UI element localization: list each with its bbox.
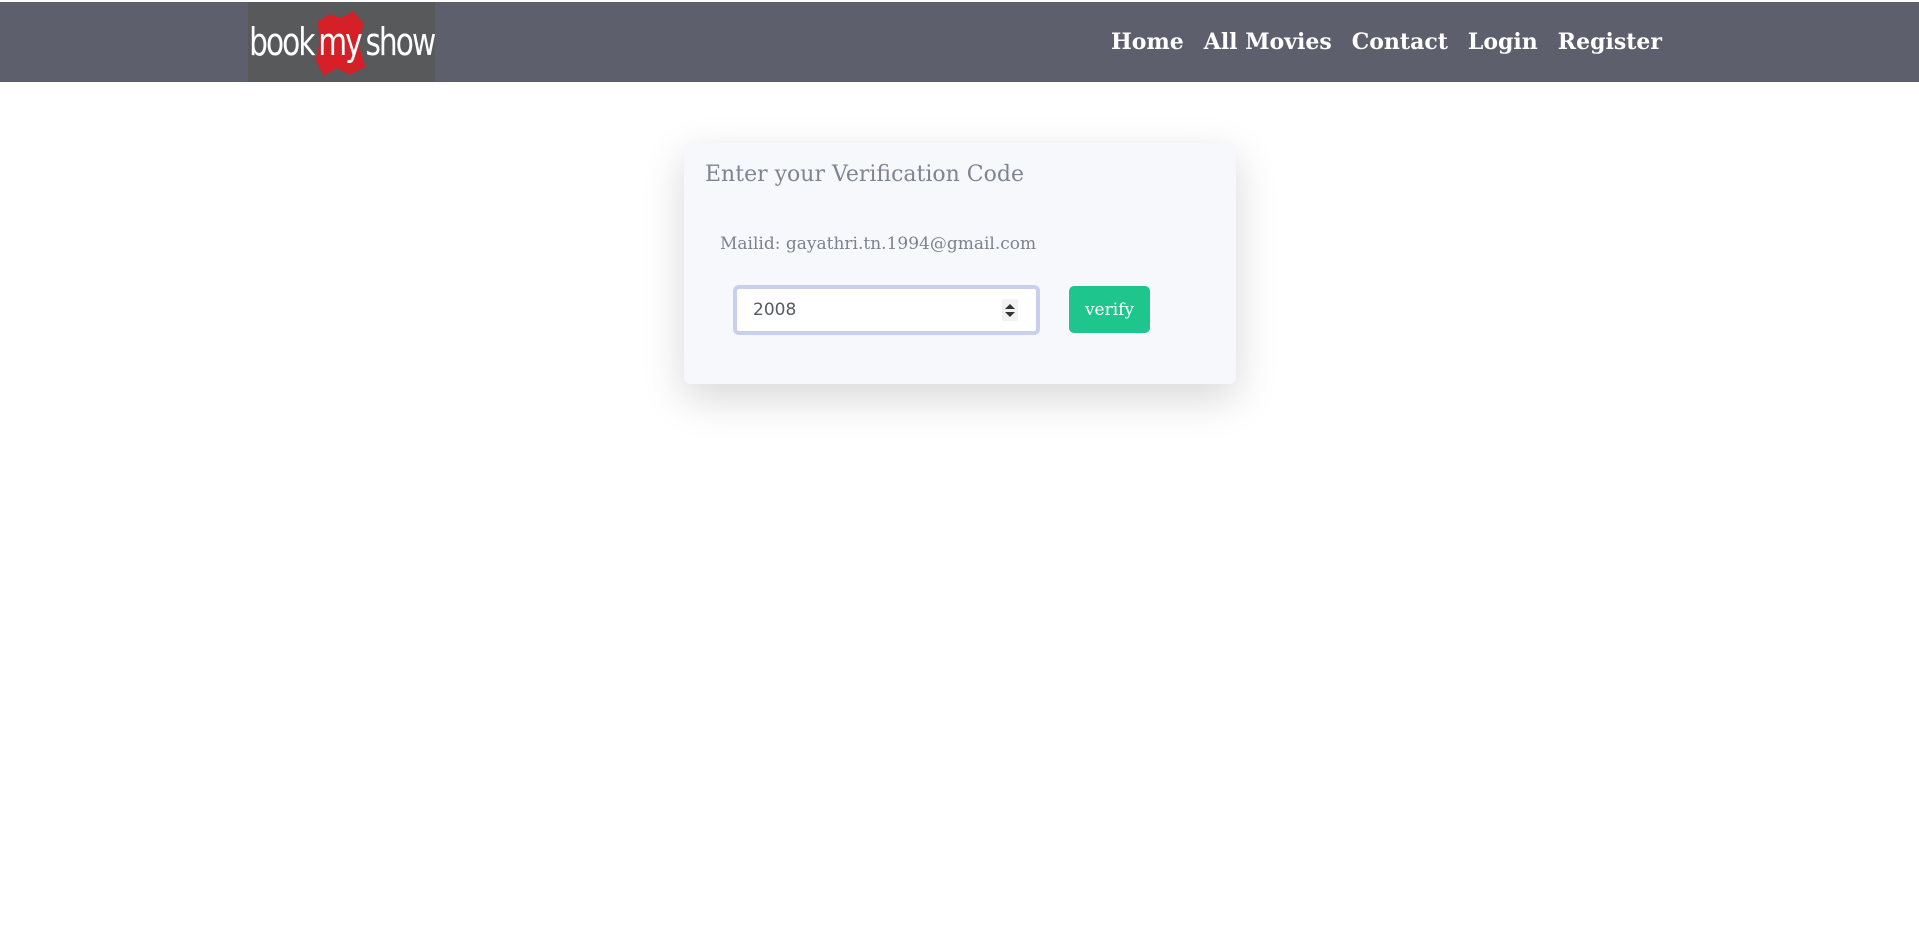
nav-login[interactable]: Login bbox=[1468, 29, 1538, 55]
logo-text-my: my bbox=[315, 20, 364, 64]
verify-button[interactable]: verify bbox=[1069, 286, 1150, 333]
nav-all-movies[interactable]: All Movies bbox=[1204, 29, 1332, 55]
nav-register[interactable]: Register bbox=[1558, 29, 1662, 55]
verification-card: Enter your Verification Code Mailid: gay… bbox=[684, 143, 1236, 384]
logo-wordmark: book my show bbox=[248, 20, 436, 64]
spinner-up-icon[interactable] bbox=[1005, 303, 1015, 309]
bookmyshow-logo[interactable]: book my show bbox=[248, 2, 436, 82]
logo-text-show: show bbox=[365, 20, 436, 64]
top-navbar: book my show Home All Movies Contact Log… bbox=[0, 2, 1919, 82]
mail-id-value: gayathri.tn.1994@gmail.com bbox=[785, 234, 1037, 254]
nav-contact[interactable]: Contact bbox=[1352, 29, 1448, 55]
nav-links: Home All Movies Contact Login Register bbox=[1111, 2, 1682, 82]
mail-id-label: Mailid: bbox=[720, 234, 781, 254]
number-spinner-icon[interactable] bbox=[1002, 299, 1018, 321]
logo-text-book: book bbox=[248, 20, 315, 64]
verification-code-input[interactable] bbox=[733, 285, 1040, 335]
verification-title: Enter your Verification Code bbox=[705, 162, 1024, 187]
nav-home[interactable]: Home bbox=[1111, 29, 1184, 55]
mail-id-row: Mailid: gayathri.tn.1994@gmail.com bbox=[720, 234, 1036, 254]
spinner-down-icon[interactable] bbox=[1005, 311, 1015, 317]
